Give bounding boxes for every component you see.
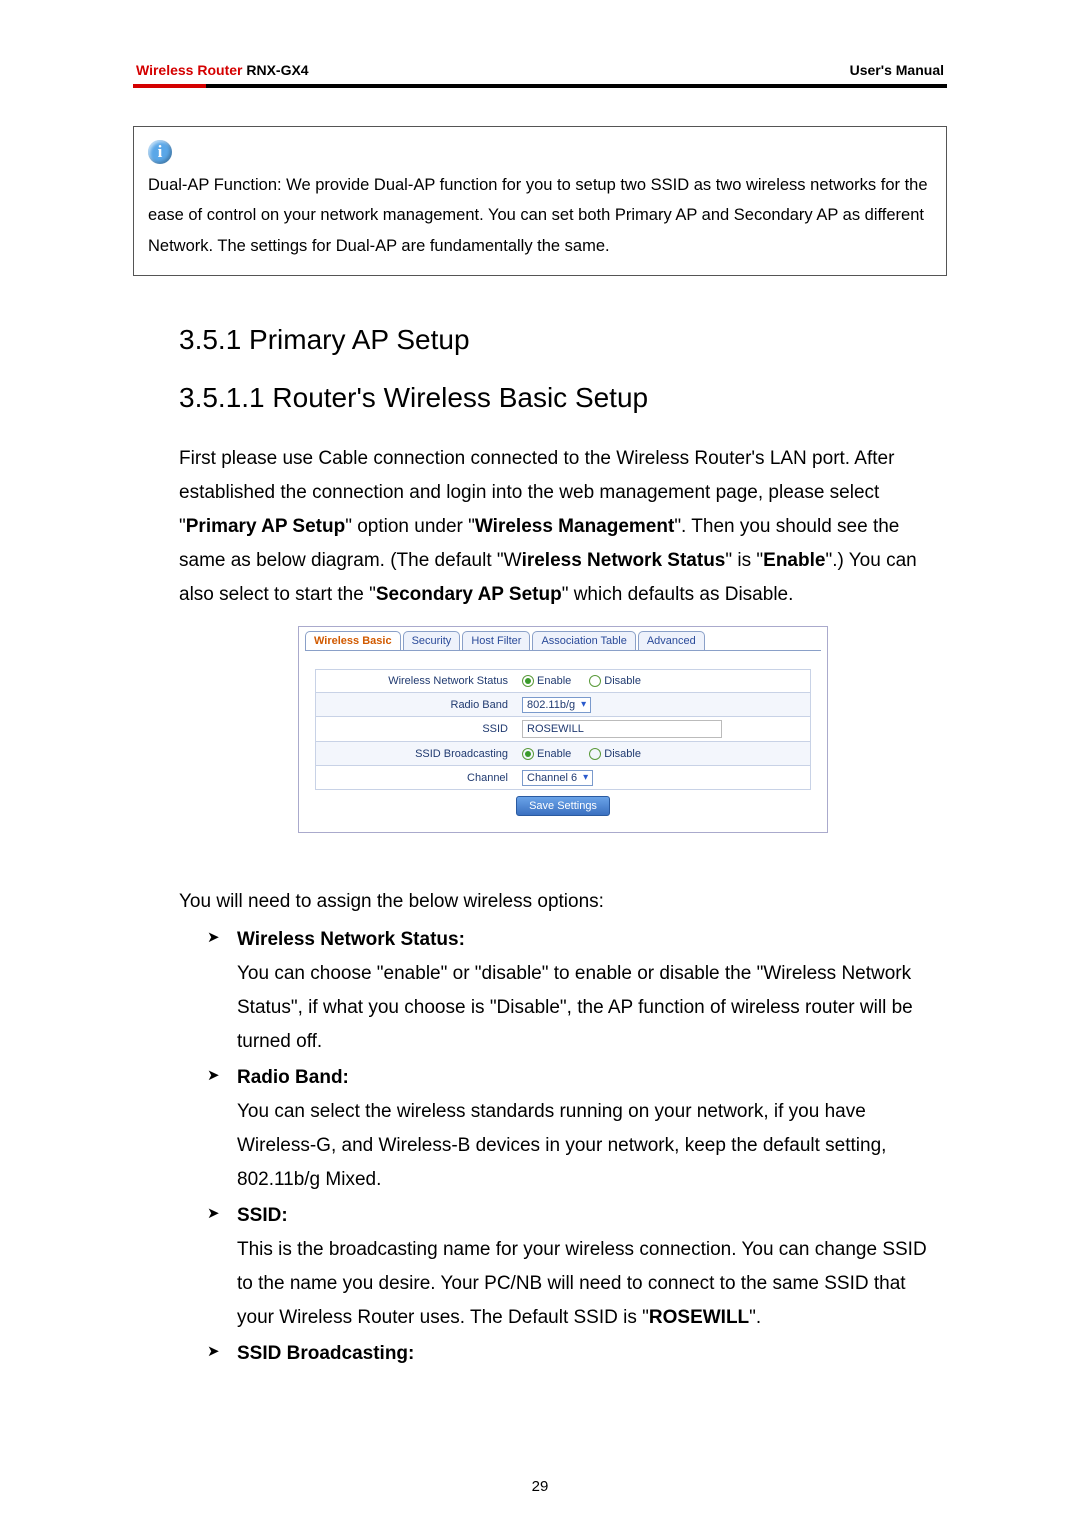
chevron-down-icon: ▾: [581, 699, 586, 710]
option-title: Radio Band:: [237, 1061, 947, 1095]
header-right: User's Manual: [850, 62, 944, 78]
row-radio-band: Radio Band 802.11b/g▾: [315, 693, 811, 717]
info-box: i Dual-AP Function: We provide Dual-AP f…: [133, 126, 947, 276]
option-title: SSID:: [237, 1199, 947, 1233]
label-ssid-broadcasting: SSID Broadcasting: [316, 744, 516, 764]
doc-header: Wireless Router RNX-GX4 User's Manual: [133, 62, 947, 84]
radio-wns-disable[interactable]: Disable: [589, 675, 641, 687]
ui-panel: Wireless Network Status Enable Disable R…: [305, 650, 821, 824]
label-channel: Channel: [316, 768, 516, 788]
radio-wns-enable[interactable]: Enable: [522, 675, 571, 687]
row-ssid-broadcasting: SSID Broadcasting Enable Disable: [315, 742, 811, 766]
row-ssid: SSID ROSEWILL: [315, 717, 811, 742]
radio-ssidb-disable[interactable]: Disable: [589, 748, 641, 760]
options-list: Wireless Network Status: You can choose …: [179, 923, 947, 1371]
option-wns: Wireless Network Status: You can choose …: [179, 923, 947, 1059]
option-body: This is the broadcasting name for your w…: [237, 1233, 947, 1335]
tab-security[interactable]: Security: [403, 631, 461, 650]
radio-off-icon: [589, 748, 601, 760]
radio-on-icon: [522, 675, 534, 687]
label-radio-band: Radio Band: [316, 695, 516, 715]
intro-paragraph: First please use Cable connection connec…: [179, 442, 947, 612]
info-icon: i: [148, 140, 172, 164]
radio-on-icon: [522, 748, 534, 760]
option-title: Wireless Network Status:: [237, 923, 947, 957]
chevron-down-icon: ▾: [583, 772, 588, 783]
heading-primary-ap: 3.5.1 Primary AP Setup: [179, 324, 947, 356]
tab-advanced[interactable]: Advanced: [638, 631, 705, 650]
option-radio-band: Radio Band: You can select the wireless …: [179, 1061, 947, 1197]
tab-wireless-basic[interactable]: Wireless Basic: [305, 631, 401, 650]
select-radio-band[interactable]: 802.11b/g▾: [522, 697, 591, 713]
header-rule: [133, 84, 947, 88]
product-model: RNX-GX4: [246, 62, 308, 78]
radio-off-icon: [589, 675, 601, 687]
tab-host-filter[interactable]: Host Filter: [462, 631, 530, 650]
option-body: You can choose "enable" or "disable" to …: [237, 957, 947, 1059]
option-ssid-broadcasting: SSID Broadcasting:: [179, 1337, 947, 1371]
header-left: Wireless Router RNX-GX4: [136, 62, 309, 78]
ui-tabs: Wireless Basic Security Host Filter Asso…: [299, 627, 827, 650]
info-text: Dual-AP Function: We provide Dual-AP fun…: [148, 170, 932, 262]
option-ssid: SSID: This is the broadcasting name for …: [179, 1199, 947, 1335]
label-ssid: SSID: [316, 719, 516, 739]
row-wns: Wireless Network Status Enable Disable: [315, 669, 811, 693]
select-channel[interactable]: Channel 6▾: [522, 770, 593, 786]
option-body: You can select the wireless standards ru…: [237, 1095, 947, 1197]
input-ssid[interactable]: ROSEWILL: [522, 720, 722, 738]
product-prefix: Wireless Router: [136, 62, 242, 78]
label-wns: Wireless Network Status: [316, 671, 516, 691]
tab-association-table[interactable]: Association Table: [532, 631, 635, 650]
save-settings-button[interactable]: Save Settings: [516, 796, 610, 816]
router-ui-figure: Wireless Basic Security Host Filter Asso…: [298, 626, 828, 833]
option-title: SSID Broadcasting:: [237, 1337, 947, 1371]
heading-wireless-basic: 3.5.1.1 Router's Wireless Basic Setup: [179, 382, 947, 414]
page-number: 29: [0, 1478, 1080, 1495]
radio-ssidb-enable[interactable]: Enable: [522, 748, 571, 760]
post-intro: You will need to assign the below wirele…: [179, 885, 947, 919]
row-channel: Channel Channel 6▾: [315, 766, 811, 790]
